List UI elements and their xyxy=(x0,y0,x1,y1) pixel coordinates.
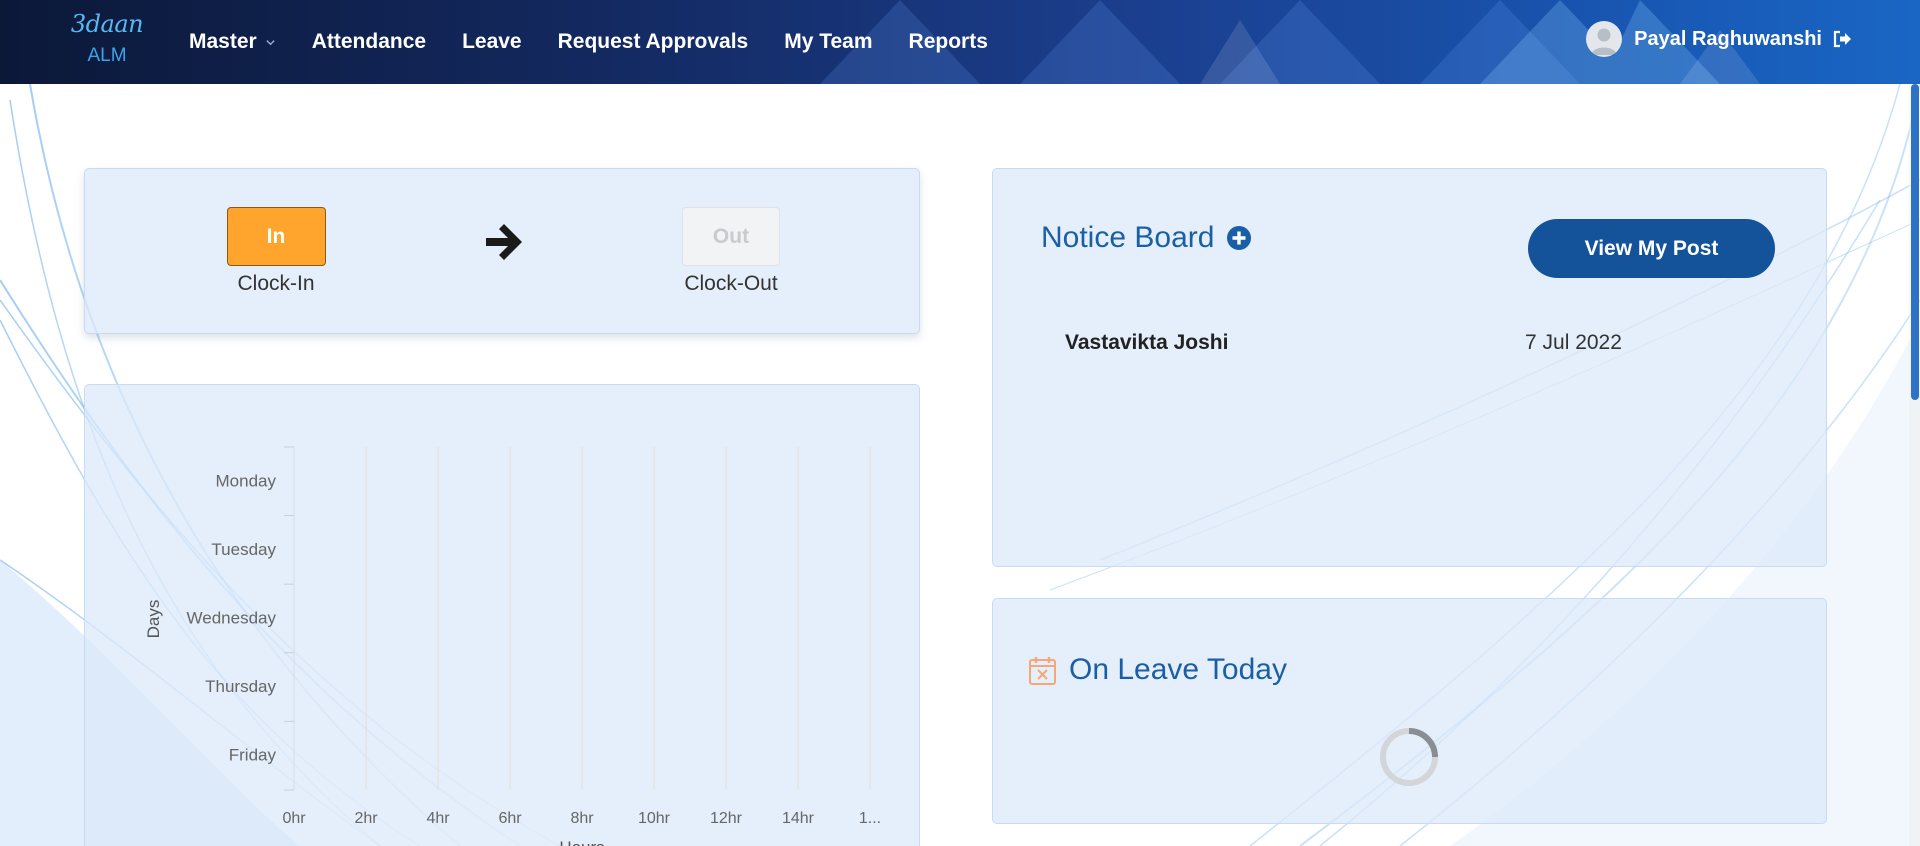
calendar-x-icon xyxy=(1029,656,1056,685)
chevron-down-icon xyxy=(266,39,275,45)
page-scrollbar[interactable] xyxy=(1909,84,1920,846)
chart-x-tick-label: 12hr xyxy=(710,810,743,827)
chart-x-tick-label: 14hr xyxy=(782,810,815,827)
nav-item-label: My Team xyxy=(784,30,873,53)
nav-item-label: Attendance xyxy=(311,30,427,53)
chart-x-tick-label: 8hr xyxy=(570,810,594,827)
notice-post-date: 7 Jul 2022 xyxy=(1525,331,1622,354)
nav-item-label: Reports xyxy=(908,30,988,53)
chart-x-tick-label: 4hr xyxy=(426,810,450,827)
scrollbar-thumb[interactable] xyxy=(1911,84,1919,400)
chart-x-tick-label: 0hr xyxy=(282,810,306,827)
clock-card: In Clock-In Out Clock-Out xyxy=(84,168,920,334)
notice-board-card: Notice Board View My Post Vastavikta Jos… xyxy=(992,168,1827,567)
on-leave-title: On Leave Today xyxy=(1028,653,1287,687)
app-logo[interactable]: 3daan ALM xyxy=(66,10,148,72)
logout-icon[interactable] xyxy=(1832,30,1852,48)
clock-out-label: Clock-Out xyxy=(684,272,778,295)
main-nav: Master Attendance Leave Request Approval… xyxy=(189,0,1024,84)
nav-item-attendance[interactable]: Attendance xyxy=(312,30,426,54)
logo-tagline xyxy=(96,38,136,42)
chart-x-tick-label: 2hr xyxy=(354,810,378,827)
chart-category-label: Friday xyxy=(229,746,277,765)
clock-in-label: Clock-In xyxy=(237,272,315,295)
app-name: ALM xyxy=(87,45,127,66)
notice-board-title: Notice Board xyxy=(1041,221,1252,255)
on-leave-heading: On Leave Today xyxy=(1069,653,1287,686)
view-my-post-button[interactable]: View My Post xyxy=(1528,219,1775,278)
nav-item-request-approvals[interactable]: Request Approvals xyxy=(558,30,749,54)
chart-category-label: Tuesday xyxy=(211,540,276,559)
arrow-right-icon xyxy=(486,224,522,260)
logo-wordmark: 3daan xyxy=(70,10,144,38)
nav-item-label: Request Approvals xyxy=(557,30,749,53)
plus-circle-icon[interactable] xyxy=(1226,225,1252,251)
nav-item-label: Leave xyxy=(462,30,522,53)
chart-canvas: 0hr 2hr 4hr 6hr 8hr 10hr 12hr 14hr 1... Monday Tue… xyxy=(144,446,881,846)
on-leave-today-card: On Leave Today xyxy=(992,598,1827,824)
nav-item-leave[interactable]: Leave xyxy=(462,30,522,54)
chart-x-tick-label: 1... xyxy=(859,810,881,827)
notice-post-author: Vastavikta Joshi xyxy=(1065,331,1229,354)
user-avatar-icon xyxy=(1586,21,1623,57)
chart-y-axis-title: Days xyxy=(144,600,163,639)
loading-spinner-icon xyxy=(1380,728,1438,786)
chart-x-tick-label: 10hr xyxy=(638,810,671,827)
chart-category-label: Thursday xyxy=(205,677,276,696)
chart-category-label: Monday xyxy=(216,471,277,490)
clock-in-group: In Clock-In xyxy=(221,207,331,296)
weekly-hours-chart: 0hr 2hr 4hr 6hr 8hr 10hr 12hr 14hr 1... Monday Tue… xyxy=(84,384,920,846)
clock-out-group: Out Clock-Out xyxy=(676,207,786,296)
chart-x-axis-title: Hours xyxy=(559,838,604,846)
notice-post-item[interactable]: Vastavikta Joshi 7 Jul 2022 xyxy=(1065,331,1765,361)
chart-category-label: Wednesday xyxy=(187,609,277,628)
chart-x-tick-label: 6hr xyxy=(498,810,522,827)
nav-item-master[interactable]: Master xyxy=(189,30,276,54)
clock-out-button[interactable]: Out xyxy=(682,207,780,266)
nav-item-reports[interactable]: Reports xyxy=(909,30,988,54)
nav-item-my-team[interactable]: My Team xyxy=(784,30,872,54)
user-menu[interactable]: Payal Raghuwanshi xyxy=(1586,20,1852,58)
notice-board-heading: Notice Board xyxy=(1041,221,1215,254)
nav-item-label: Master xyxy=(189,30,257,53)
user-name: Payal Raghuwanshi xyxy=(1634,27,1822,50)
top-navbar: 3daan ALM Master Attendance Leave Reques… xyxy=(0,0,1920,84)
clock-in-button[interactable]: In xyxy=(226,207,326,266)
